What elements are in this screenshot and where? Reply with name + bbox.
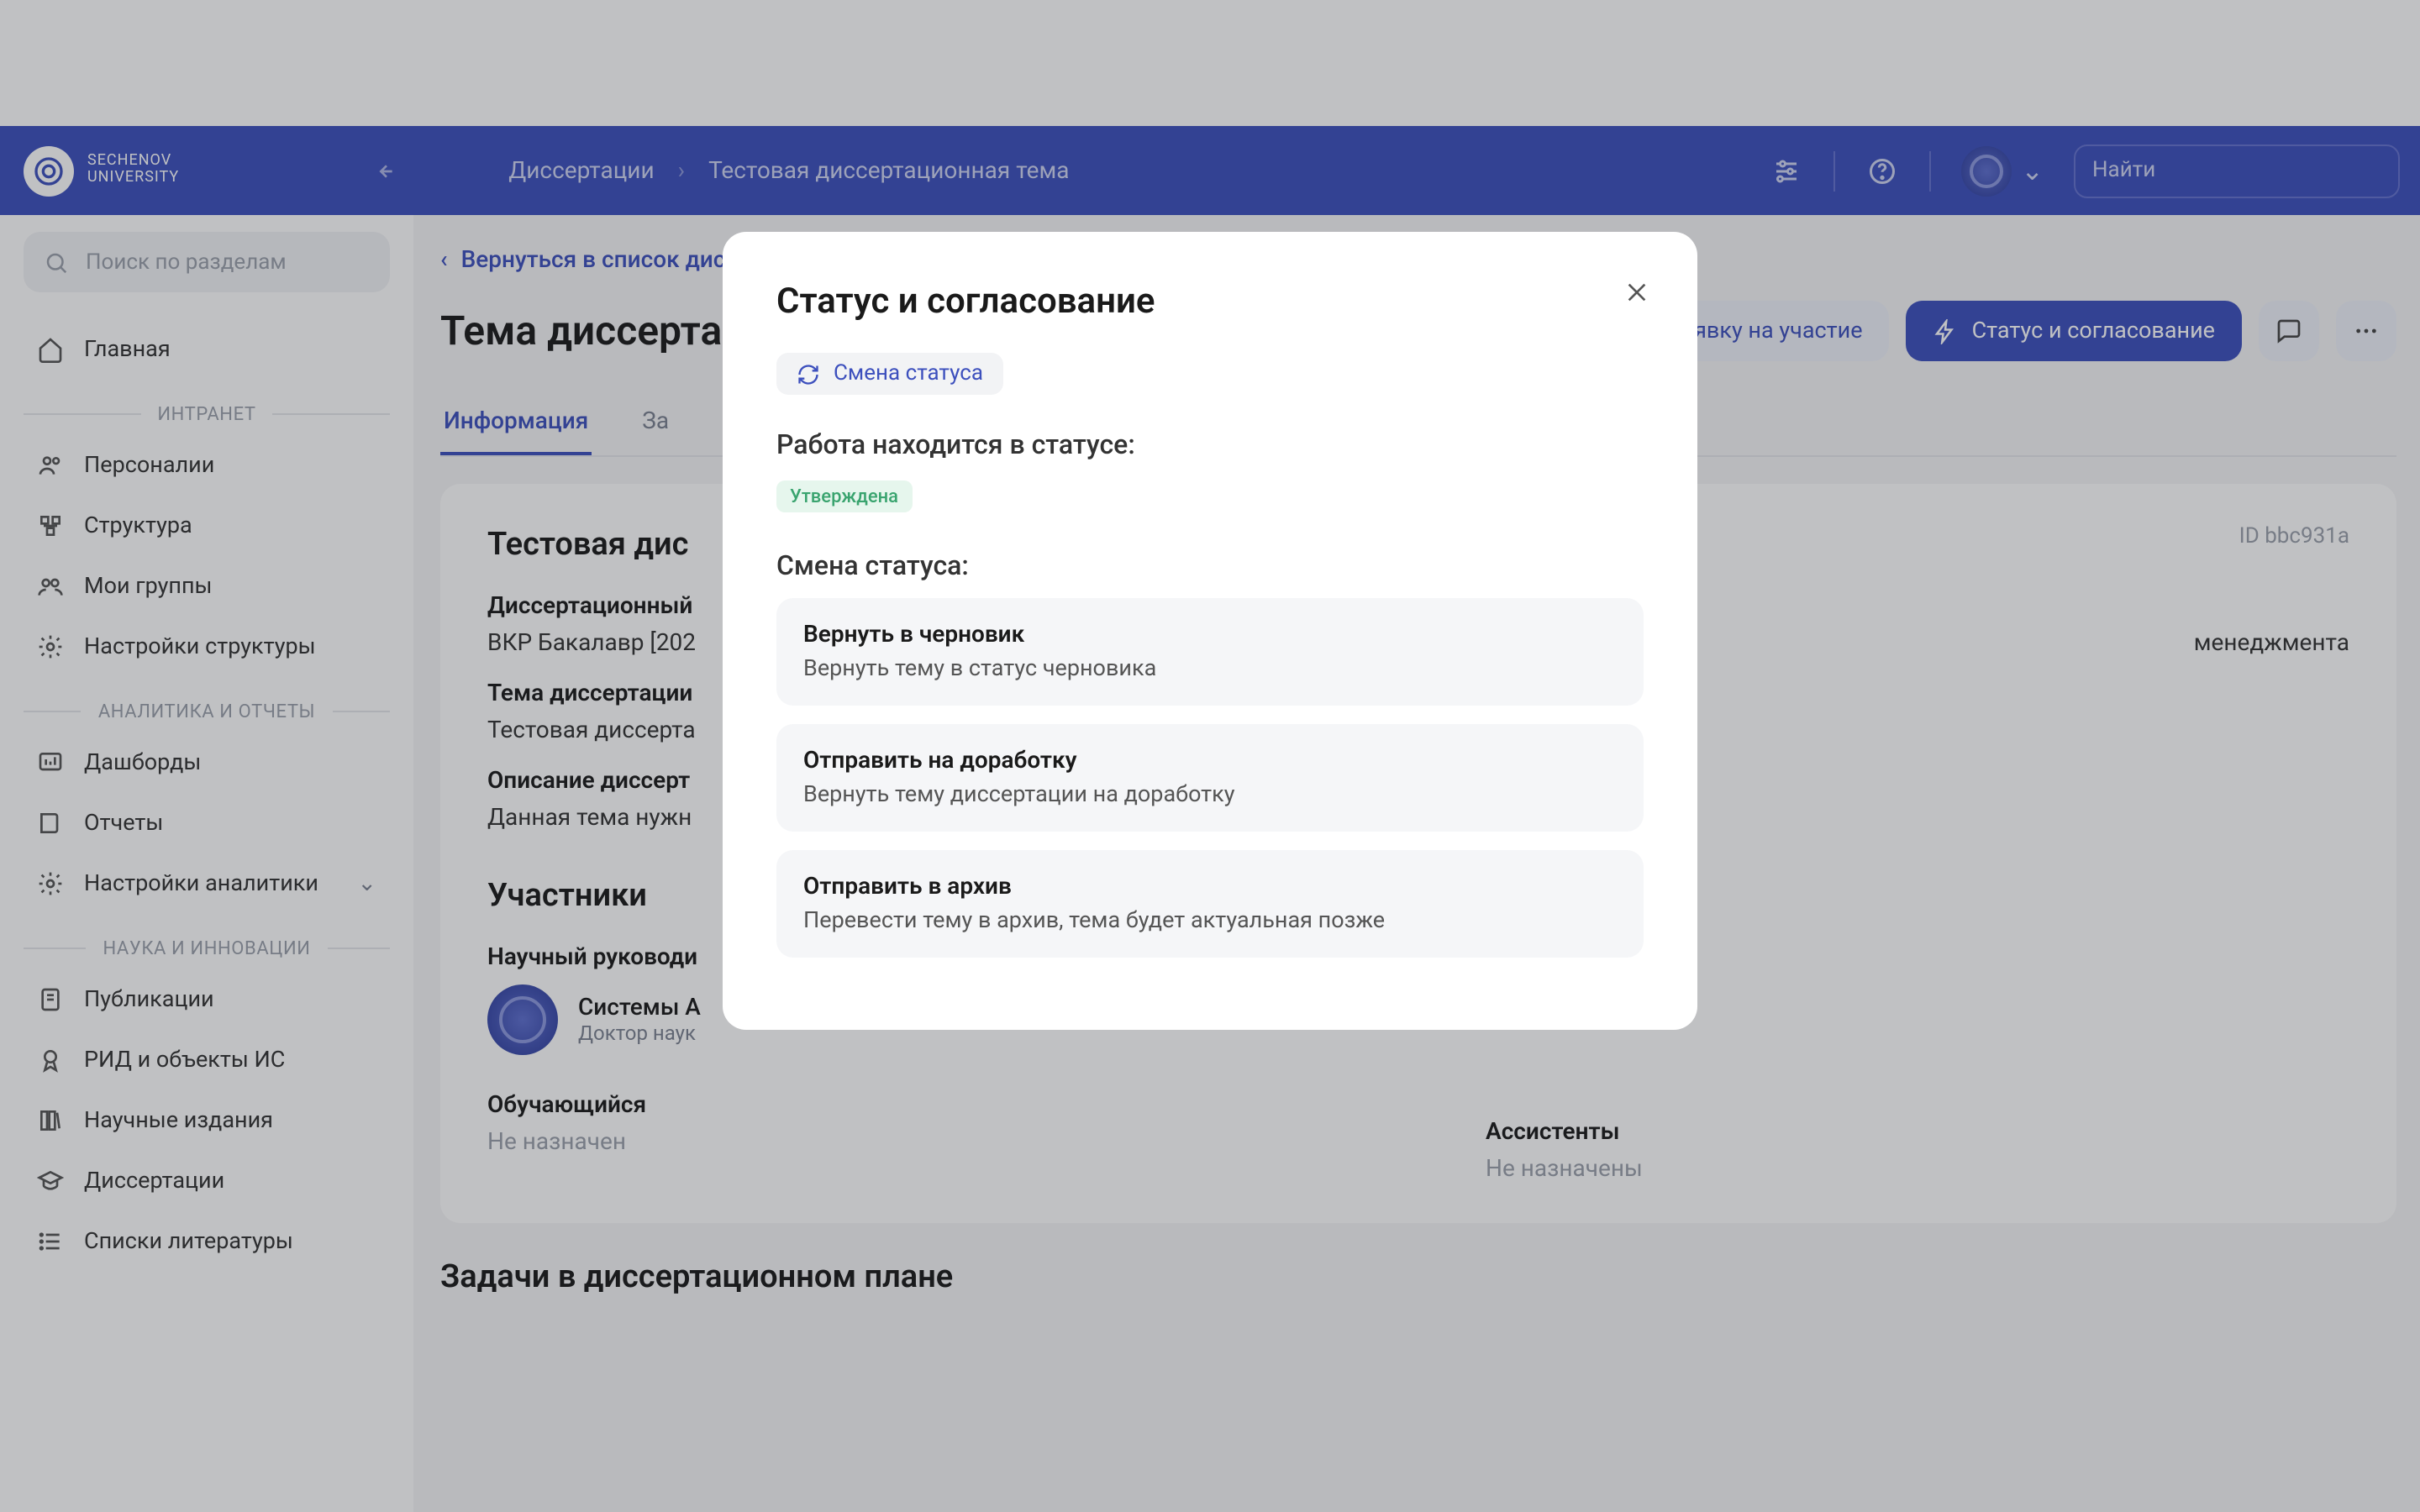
status-option-draft[interactable]: Вернуть в черновик Вернуть тему в статус… [776, 598, 1644, 706]
chip-label: Смена статуса [834, 361, 983, 386]
current-status-label: Работа находится в статусе: [776, 428, 1644, 460]
option-desc: Перевести тему в архив, тема будет актуа… [803, 907, 1617, 934]
current-status-badge: Утверждена [776, 480, 912, 512]
status-option-rework[interactable]: Отправить на доработку Вернуть тему дисс… [776, 724, 1644, 832]
option-desc: Вернуть тему диссертации на доработку [803, 781, 1617, 808]
option-title: Отправить на доработку [803, 748, 1617, 774]
status-modal: Статус и согласование Смена статуса Рабо… [723, 232, 1697, 1030]
option-title: Вернуть в черновик [803, 622, 1617, 648]
option-title: Отправить в архив [803, 874, 1617, 900]
refresh-icon [797, 362, 820, 386]
option-desc: Вернуть тему в статус черновика [803, 655, 1617, 682]
modal-title: Статус и согласование [776, 282, 1644, 323]
change-status-chip[interactable]: Смена статуса [776, 353, 1003, 395]
modal-overlay[interactable]: Статус и согласование Смена статуса Рабо… [0, 0, 2420, 1512]
change-status-label: Смена статуса: [776, 549, 1644, 581]
close-icon [1623, 279, 1650, 306]
status-option-archive[interactable]: Отправить в архив Перевести тему в архив… [776, 850, 1644, 958]
close-button[interactable] [1613, 269, 1660, 316]
